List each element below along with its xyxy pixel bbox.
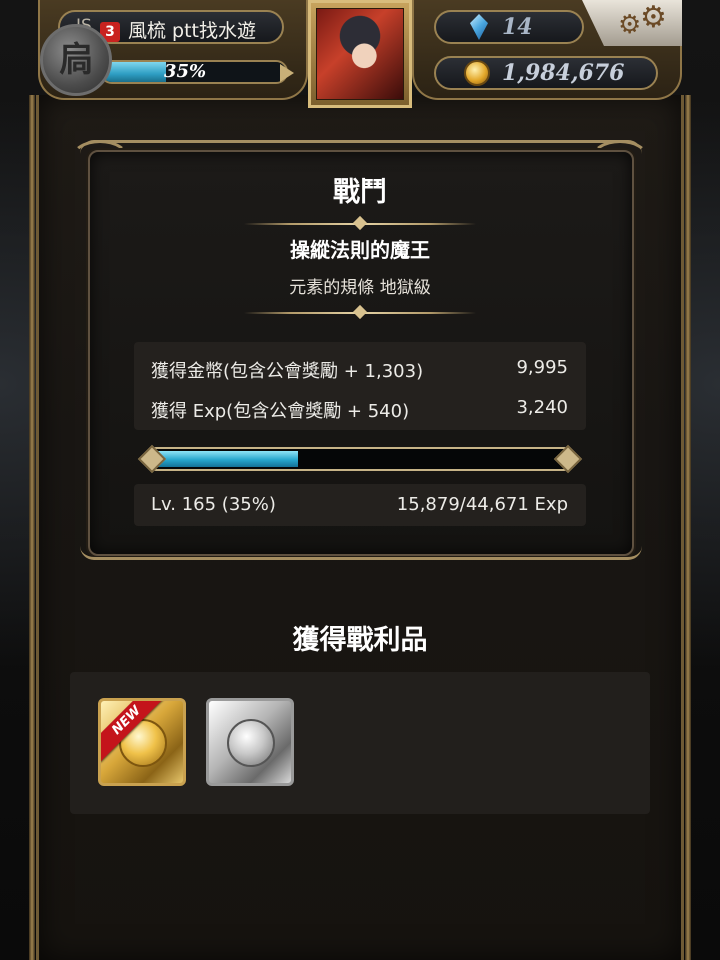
stage-difficulty: 元素的規條 地獄級 [289, 278, 431, 298]
card-bottom-ornament [80, 540, 642, 560]
loot-item-gold-card[interactable]: NEW [98, 698, 186, 786]
exp-reward-value: 3,240 [516, 397, 568, 418]
stage-name: 操縱法則的魔王 [290, 238, 430, 262]
gems-count: 14 [502, 14, 533, 40]
player-exp-bar: 35% [100, 60, 288, 84]
rank-emblem-icon[interactable]: 扃 [40, 24, 112, 96]
level-progress-track [152, 447, 568, 471]
loot-item-silver-card[interactable] [206, 698, 294, 786]
top-status-bar: IS 3 風梳 ptt找水遊 35% 扃 14 1,984,676 ⚙ ⚙ [0, 0, 720, 110]
player-name: 風梳 ptt找水遊 [128, 20, 256, 42]
gold-reward-label: 獲得金幣(包含公會獎勵 + 1,303) [151, 361, 424, 382]
player-exp-fill [102, 62, 167, 82]
silver-coin-card-icon [227, 719, 275, 767]
gold-coin-icon [464, 60, 490, 86]
loot-title: 獲得戰利品 [292, 625, 428, 656]
exp-reward-label: 獲得 Exp(包含公會獎勵 + 540) [151, 401, 410, 422]
leader-portrait[interactable] [308, 0, 412, 108]
gold-reward-value: 9,995 [516, 357, 568, 378]
player-exp-percent: 35% [164, 61, 207, 82]
level-progress-fill [156, 451, 299, 467]
battle-title: 戰鬥 [333, 177, 387, 208]
exp-arrow-icon [280, 64, 294, 82]
exp-total-text: 15,879/44,671 Exp [396, 494, 568, 515]
gold-count: 1,984,676 [502, 60, 625, 86]
gear-icon: ⚙ [640, 0, 667, 35]
character-portrait-icon [316, 8, 404, 100]
level-progress-bar [137, 444, 583, 474]
gear-icon: ⚙ [618, 10, 642, 40]
level-text: Lv. 165 (35%) [151, 494, 276, 515]
